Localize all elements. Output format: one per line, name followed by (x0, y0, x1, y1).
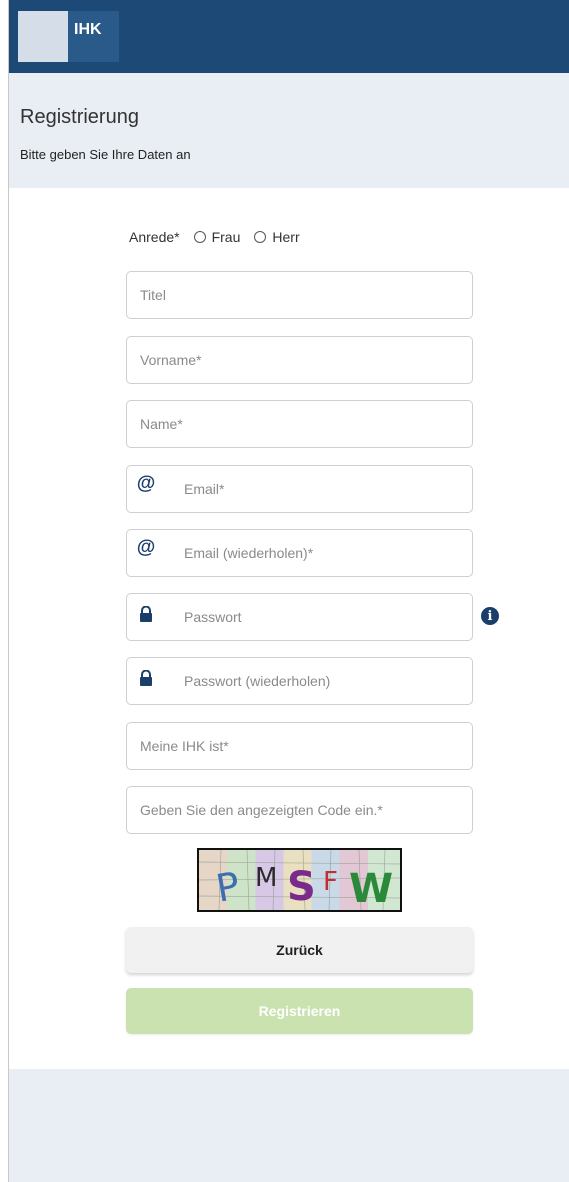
radio-herr-label: Herr (272, 229, 300, 245)
page-title: Registrierung (20, 106, 139, 128)
ihk-select[interactable]: Meine IHK ist* (126, 722, 473, 770)
captcha-char-p: P (213, 863, 243, 910)
password-input[interactable]: Passwort (126, 593, 473, 641)
radio-frau-label: Frau (211, 229, 241, 245)
ihk-logo[interactable]: IHK (18, 11, 119, 62)
radio-herr[interactable]: Herr (254, 229, 300, 245)
anrede-label: Anrede* (129, 229, 180, 245)
password-repeat-input[interactable]: Passwort (wiederholen) (126, 657, 473, 705)
top-bar: IHK (9, 0, 569, 73)
email-placeholder: Email* (184, 481, 225, 497)
info-icon[interactable]: i (481, 607, 499, 625)
captcha-char-s: S (287, 864, 316, 910)
vorname-input[interactable]: Vorname* (126, 336, 473, 384)
captcha-char-f: F (323, 867, 338, 897)
radio-frau[interactable]: Frau (193, 229, 241, 245)
password-placeholder: Passwort (184, 609, 242, 625)
registration-page: IHK Registrierung Bitte geben Sie Ihre D… (9, 0, 569, 1182)
titel-placeholder: Titel (140, 287, 166, 303)
anrede-group: Anrede* Frau Herr (129, 229, 314, 245)
ihk-placeholder: Meine IHK ist* (140, 738, 229, 754)
radio-herr-circle[interactable] (254, 231, 267, 243)
captcha-char-m: M (255, 863, 277, 893)
email-input[interactable]: @ Email* (126, 465, 473, 513)
password-repeat-placeholder: Passwort (wiederholen) (184, 673, 331, 689)
logo-text: IHK (68, 11, 119, 62)
titel-input[interactable]: Titel (126, 271, 473, 319)
name-placeholder: Name* (140, 416, 183, 432)
email-repeat-placeholder: Email (wiederholen)* (184, 545, 314, 561)
register-button[interactable]: Registrieren (126, 988, 473, 1034)
window-left-edge (0, 0, 9, 1182)
captcha-image: P M S F W (197, 848, 402, 912)
at-icon: @ (136, 537, 156, 558)
header-band (9, 73, 569, 188)
page-subtitle: Bitte geben Sie Ihre Daten an (20, 147, 191, 162)
captcha-code-placeholder: Geben Sie den angezeigten Code ein.* (140, 802, 383, 818)
at-icon: @ (136, 473, 156, 494)
captcha-char-w: W (349, 866, 393, 910)
email-repeat-input[interactable]: @ Email (wiederholen)* (126, 529, 473, 577)
radio-frau-circle[interactable] (193, 231, 206, 243)
name-input[interactable]: Name* (126, 400, 473, 448)
captcha-code-input[interactable]: Geben Sie den angezeigten Code ein.* (126, 786, 473, 834)
lock-icon (127, 606, 165, 622)
vorname-placeholder: Vorname* (140, 352, 202, 368)
back-button[interactable]: Zurück (126, 927, 473, 973)
lock-icon (127, 670, 165, 686)
footer-band (9, 1069, 569, 1182)
logo-block (18, 11, 68, 62)
